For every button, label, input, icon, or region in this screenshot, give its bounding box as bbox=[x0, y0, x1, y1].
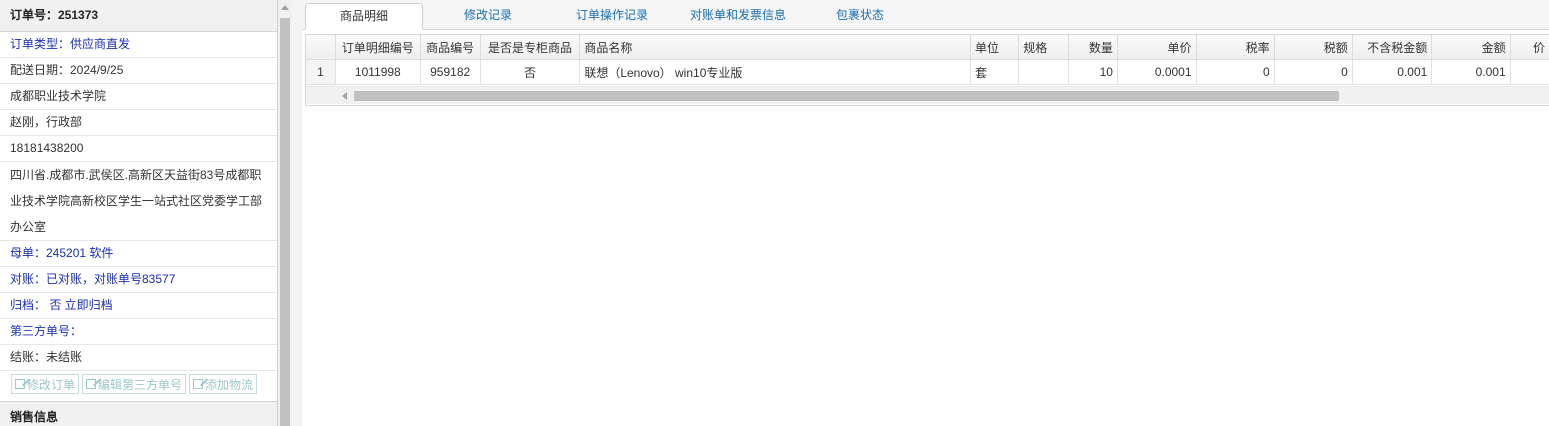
cell-pre-tax-amount: 0.001 bbox=[1352, 59, 1433, 85]
add-logistics-label: 添加物流 bbox=[205, 377, 254, 392]
cell-price-truncated bbox=[1510, 59, 1549, 85]
detail-panel: 商品明细 修改记录 订单操作记录 对账单和发票信息 包裹状态 订单明细编号 商品… bbox=[302, 0, 1549, 426]
contact-phone: 18181438200 bbox=[0, 136, 277, 162]
settlement-status: 结账：未结账 bbox=[0, 345, 277, 371]
column-header-product-name[interactable]: 商品名称 bbox=[579, 35, 971, 60]
edit-icon bbox=[193, 379, 204, 389]
scrollbar-thumb[interactable] bbox=[280, 18, 290, 426]
scroll-up-arrow-icon[interactable] bbox=[281, 5, 289, 10]
delivery-address: 四川省.成都市.武侯区.高新区天益街83号成都职 业技术学院高新校区学生一站式社… bbox=[0, 162, 277, 241]
address-line-3: 办公室 bbox=[10, 220, 47, 234]
table-header-row: 订单明细编号 商品编号 是否是专柜商品 商品名称 单位 规格 数量 单价 税率 … bbox=[306, 35, 1549, 60]
archive-status[interactable]: 归档： 否 立即归档 bbox=[0, 293, 277, 319]
cell-unit-price: 0.0001 bbox=[1117, 59, 1197, 85]
tab-product-details[interactable]: 商品明细 bbox=[305, 3, 423, 30]
column-header-detail-id[interactable]: 订单明细编号 bbox=[335, 35, 421, 60]
edit-order-label: 修改订单 bbox=[27, 377, 76, 392]
cell-product-name-link[interactable]: 联想（Lenovo） win10专业版 bbox=[579, 59, 971, 85]
tab-reconcile-invoice[interactable]: 对账单和发票信息 bbox=[682, 3, 794, 29]
column-header-counter-product[interactable]: 是否是专柜商品 bbox=[480, 35, 581, 60]
app-root: 订单号：251373 订单类型：供应商直发 配送日期：2024/9/25 成都职… bbox=[0, 0, 1549, 426]
reconcile-status[interactable]: 对账：已对账，对账单号83577 bbox=[0, 267, 277, 293]
parent-order[interactable]: 母单：245201 软件 bbox=[0, 241, 277, 267]
add-logistics-button[interactable]: 添加物流 bbox=[189, 374, 258, 394]
cell-tax-rate: 0 bbox=[1196, 59, 1275, 85]
contact-person: 赵刚，行政部 bbox=[0, 110, 277, 136]
tab-bar: 商品明细 修改记录 订单操作记录 对账单和发票信息 包裹状态 bbox=[302, 0, 1549, 30]
delivery-date: 配送日期：2024/9/25 bbox=[0, 58, 277, 84]
cell-product-id-link[interactable]: 959182 bbox=[420, 59, 481, 85]
cell-counter-product: 否 bbox=[480, 59, 581, 85]
sales-info-header: 销售信息 bbox=[0, 402, 277, 426]
edit-third-party-button[interactable]: 编辑第三方单号 bbox=[82, 374, 187, 394]
third-party-order-number: 第三方单号： bbox=[0, 319, 277, 345]
order-info-panel: 订单号：251373 订单类型：供应商直发 配送日期：2024/9/25 成都职… bbox=[0, 0, 278, 426]
column-header-rownum bbox=[306, 35, 336, 60]
order-type: 订单类型：供应商直发 bbox=[0, 32, 277, 58]
customer-name: 成都职业技术学院 bbox=[0, 84, 277, 110]
table-row[interactable]: 1 1011998 959182 否 联想（Lenovo） win10专业版 套… bbox=[306, 59, 1549, 85]
column-header-pre-tax-amount[interactable]: 不含税金额 bbox=[1352, 35, 1433, 60]
edit-icon bbox=[86, 379, 97, 389]
address-line-1: 四川省.成都市.武侯区.高新区天益街83号成都职 bbox=[10, 168, 262, 182]
cell-quantity: 10 bbox=[1068, 59, 1118, 85]
panel-divider bbox=[292, 0, 302, 426]
product-detail-table: 订单明细编号 商品编号 是否是专柜商品 商品名称 单位 规格 数量 单价 税率 … bbox=[306, 35, 1549, 85]
cell-tax-amount: 0 bbox=[1274, 59, 1353, 85]
address-line-2: 业技术学院高新校区学生一站式社区党委学工部 bbox=[10, 194, 263, 208]
edit-icon bbox=[15, 379, 25, 389]
tab-change-log[interactable]: 修改记录 bbox=[452, 3, 524, 29]
column-header-spec[interactable]: 规格 bbox=[1018, 35, 1069, 60]
column-header-tax-amount[interactable]: 税额 bbox=[1274, 35, 1353, 60]
edit-third-party-label: 编辑第三方单号 bbox=[98, 377, 183, 392]
cell-unit: 套 bbox=[970, 59, 1020, 85]
cell-amount: 0.001 bbox=[1431, 59, 1511, 85]
column-header-product-id[interactable]: 商品编号 bbox=[420, 35, 481, 60]
action-button-row: 修改订单 编辑第三方单号 添加物流 bbox=[0, 371, 277, 402]
column-header-unit-price[interactable]: 单价 bbox=[1117, 35, 1197, 60]
cell-spec bbox=[1018, 59, 1069, 85]
cell-detail-id: 1011998 bbox=[335, 59, 421, 85]
column-header-quantity[interactable]: 数量 bbox=[1068, 35, 1118, 60]
row-number: 1 bbox=[306, 59, 336, 85]
horizontal-scrollbar-thumb[interactable] bbox=[354, 91, 1339, 101]
column-header-unit[interactable]: 单位 bbox=[970, 35, 1020, 60]
scroll-left-arrow-icon[interactable] bbox=[342, 92, 347, 100]
grid-horizontal-scrollbar[interactable] bbox=[306, 86, 1549, 104]
left-panel-scrollbar[interactable] bbox=[278, 0, 292, 426]
column-header-price-truncated[interactable]: 价 bbox=[1510, 35, 1549, 60]
tab-package-status[interactable]: 包裹状态 bbox=[828, 3, 892, 29]
product-detail-grid: 订单明细编号 商品编号 是否是专柜商品 商品名称 单位 规格 数量 单价 税率 … bbox=[305, 34, 1549, 106]
order-number-header: 订单号：251373 bbox=[0, 0, 277, 32]
tab-order-operation-log[interactable]: 订单操作记录 bbox=[570, 3, 654, 29]
edit-order-button[interactable]: 修改订单 bbox=[11, 374, 80, 394]
column-header-amount[interactable]: 金额 bbox=[1431, 35, 1511, 60]
column-header-tax-rate[interactable]: 税率 bbox=[1196, 35, 1275, 60]
